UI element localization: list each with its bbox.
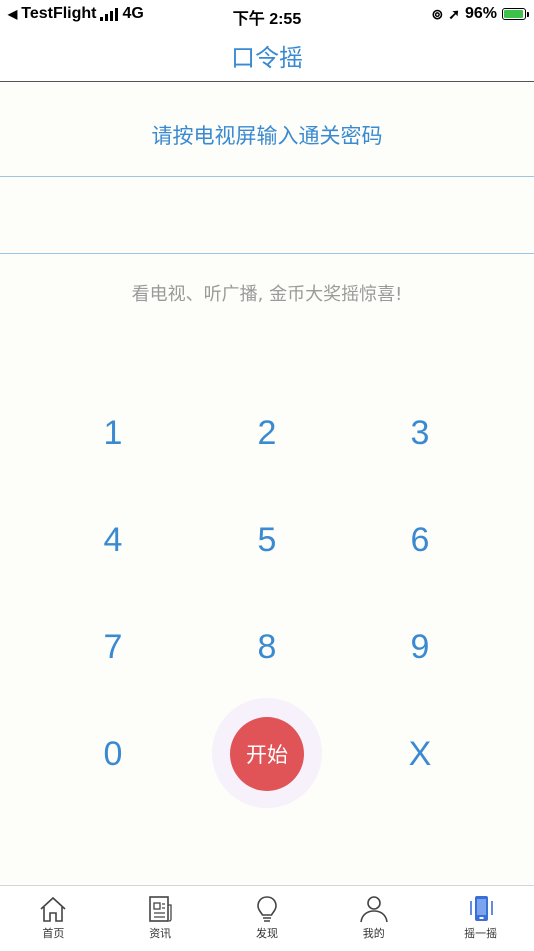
tab-discover-label: 发现 <box>255 927 278 940</box>
key-9[interactable]: 9 <box>370 617 470 677</box>
tab-home-label: 首页 <box>42 927 65 940</box>
battery-percent: 96% <box>464 5 497 22</box>
tab-profile-label: 我的 <box>362 927 385 940</box>
tab-bar: 首页 资讯 发现 我的 摇一摇 <box>0 885 534 951</box>
orientation-lock-icon: ⊚ <box>431 5 444 22</box>
prompt-text: 请按电视屏输入通关密码 <box>151 124 383 148</box>
password-input[interactable] <box>0 177 534 255</box>
key-2[interactable]: 2 <box>217 403 317 463</box>
news-icon <box>149 896 172 922</box>
home-icon <box>40 896 66 922</box>
user-icon <box>359 896 388 923</box>
key-1[interactable]: 1 <box>63 403 163 463</box>
tab-news-label: 资讯 <box>149 927 172 940</box>
status-bar: ◀ TestFlight 4G 下午 2:55 ⊚ ➚ 96% <box>0 0 534 28</box>
location-icon: ➚ <box>448 5 460 22</box>
key-4[interactable]: 4 <box>63 510 163 570</box>
tab-shake[interactable]: 摇一摇 <box>427 886 534 951</box>
battery-icon <box>502 8 529 20</box>
start-button[interactable]: 开始 <box>230 717 304 791</box>
key-delete[interactable]: X <box>370 724 470 784</box>
tab-news[interactable]: 资讯 <box>107 886 214 951</box>
key-6[interactable]: 6 <box>370 510 470 570</box>
nav-bar: 口令摇 <box>0 28 534 82</box>
tab-shake-label: 摇一摇 <box>464 927 498 940</box>
lightbulb-icon <box>257 896 277 922</box>
key-3[interactable]: 3 <box>370 403 470 463</box>
key-5[interactable]: 5 <box>217 510 317 570</box>
hint-text: 看电视、听广播, 金币大奖摇惊喜! <box>131 284 403 305</box>
tab-home[interactable]: 首页 <box>0 886 107 951</box>
page-title: 口令摇 <box>231 44 303 72</box>
shake-phone-icon <box>469 896 493 921</box>
password-box <box>0 176 534 255</box>
key-0[interactable]: 0 <box>63 724 163 784</box>
key-8[interactable]: 8 <box>217 617 317 677</box>
key-7[interactable]: 7 <box>63 617 163 677</box>
tab-discover[interactable]: 发现 <box>214 886 321 951</box>
tab-profile[interactable]: 我的 <box>320 886 427 951</box>
